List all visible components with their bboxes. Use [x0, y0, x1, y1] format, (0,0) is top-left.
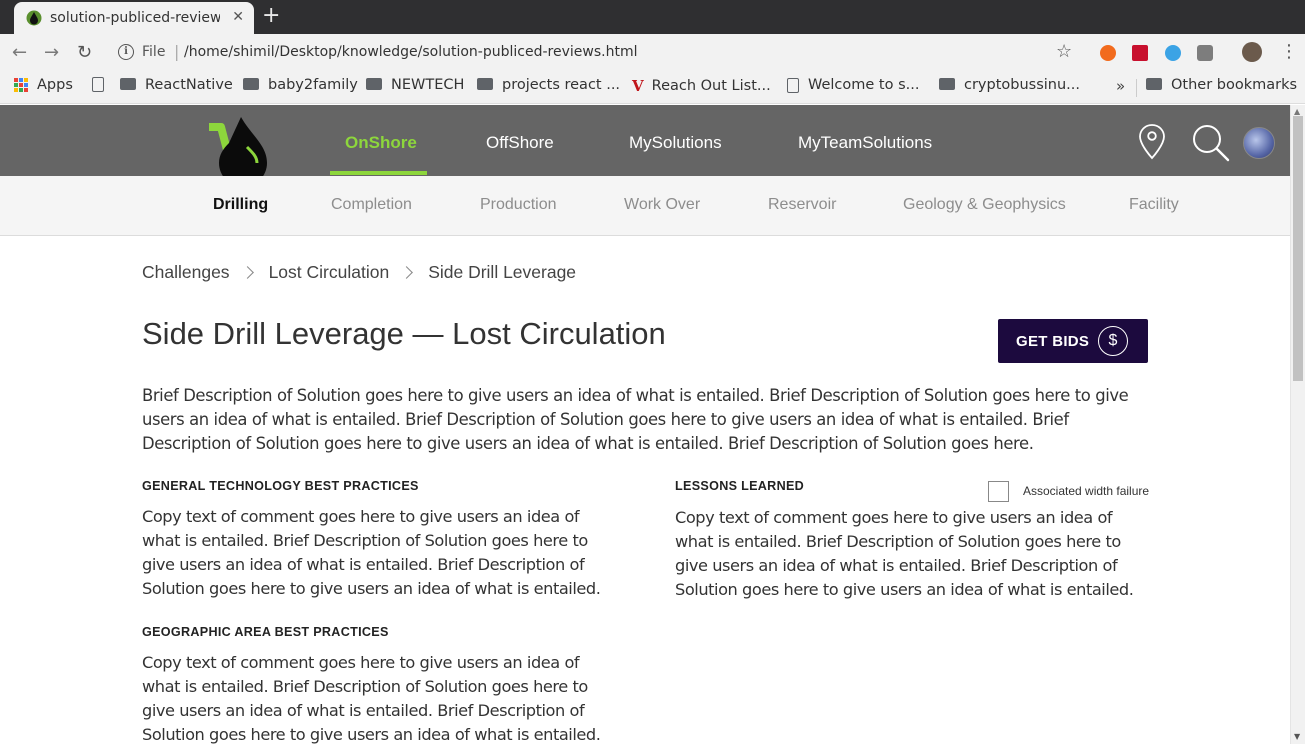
bookmark-label: baby2family [268, 77, 358, 93]
user-avatar[interactable] [1243, 127, 1275, 159]
lessons-learned-heading: LESSONS LEARNED [675, 479, 805, 493]
folder-icon [120, 78, 136, 90]
get-bids-label: GET BIDS [1016, 332, 1090, 350]
url-scheme: File [142, 44, 166, 60]
chevron-right-icon [240, 266, 254, 279]
bookmark-label: cryptobussinu... [964, 77, 1081, 93]
site-info-icon[interactable]: i [118, 44, 134, 60]
subnav-geology-geophysics[interactable]: Geology & Geophysics [903, 196, 1066, 214]
solution-description: Brief Description of Solution goes here … [142, 386, 1129, 453]
page-title: Side Drill Leverage — Lost Circulation [142, 316, 666, 351]
subnav-work-over[interactable]: Work Over [624, 196, 700, 214]
scrollbar-thumb[interactable] [1293, 116, 1303, 381]
v-logo-icon: V [632, 77, 644, 95]
bookmark-label: Apps [37, 77, 73, 93]
page-scrollbar[interactable]: ▲ ▼ [1290, 105, 1305, 744]
extension-icon[interactable] [1132, 45, 1148, 61]
extension-icon[interactable] [1100, 45, 1116, 61]
location-pin-icon[interactable] [1138, 123, 1166, 161]
geographic-practices-heading: GEOGRAPHIC AREA BEST PRACTICES [142, 625, 389, 639]
breadcrumb-challenges[interactable]: Challenges [142, 262, 230, 283]
bookmarks-overflow-button[interactable]: » [1116, 77, 1125, 95]
new-tab-button[interactable]: + [262, 4, 280, 28]
chevron-right-icon [400, 266, 414, 279]
back-arrow-icon[interactable]: ← [12, 42, 27, 63]
dollar-icon: $ [1098, 326, 1128, 356]
subnav-reservoir[interactable]: Reservoir [768, 196, 836, 214]
active-nav-indicator [330, 171, 427, 175]
browser-tab-strip: solution-publiced-reviews.html ✕ + [0, 0, 1305, 34]
bookmark-label: projects react ... [502, 77, 621, 93]
breadcrumb-lost-circulation[interactable]: Lost Circulation [269, 262, 390, 283]
profile-avatar[interactable] [1242, 42, 1262, 62]
menu-dots-icon[interactable]: ⋮ [1280, 41, 1298, 62]
star-icon[interactable]: ☆ [1056, 41, 1072, 62]
bookmark-label: ReactNative [145, 77, 233, 93]
category-sub-nav: Drilling Completion Production Work Over… [0, 176, 1290, 236]
bookmark-page[interactable]: Welcome to s... [785, 77, 919, 93]
nav-myteamsolutions[interactable]: MyTeamSolutions [798, 133, 932, 153]
extension-icon[interactable] [1165, 45, 1181, 61]
folder-icon [243, 78, 259, 90]
scroll-down-arrow-icon[interactable]: ▼ [1294, 732, 1300, 741]
tab-title: solution-publiced-reviews.html [50, 10, 220, 26]
get-bids-button[interactable]: GET BIDS $ [998, 319, 1148, 363]
general-practices-heading: GENERAL TECHNOLOGY BEST PRACTICES [142, 479, 419, 493]
general-practices-body: Copy text of comment goes here to give u… [142, 507, 601, 598]
nav-mysolutions[interactable]: MySolutions [629, 133, 722, 153]
browser-tab[interactable]: solution-publiced-reviews.html ✕ [14, 2, 254, 34]
forward-arrow-icon[interactable]: → [44, 42, 59, 63]
scroll-up-arrow-icon[interactable]: ▲ [1294, 107, 1300, 116]
site-favicon-icon [26, 10, 42, 26]
bookmark-label: Other bookmarks [1171, 77, 1298, 93]
bookmark-folder[interactable]: baby2family [243, 77, 358, 93]
geographic-practices-body: Copy text of comment goes here to give u… [142, 653, 601, 744]
bookmark-apps[interactable]: Apps [14, 77, 73, 93]
bookmark-label: Welcome to s... [808, 77, 920, 93]
bookmark-label: NEWTECH [391, 77, 465, 93]
subnav-completion[interactable]: Completion [331, 196, 412, 214]
bookmark-label: Reach Out List... [651, 78, 771, 94]
folder-icon [366, 78, 382, 90]
bookmark-link[interactable]: V Reach Out List... [632, 77, 771, 95]
search-icon[interactable] [1191, 123, 1231, 163]
bookmark-folder[interactable]: ReactNative [120, 77, 233, 93]
nav-offshore[interactable]: OffShore [486, 133, 554, 153]
extension-icon[interactable] [1197, 45, 1213, 61]
url-separator: | [174, 42, 180, 61]
associated-failure-checkbox[interactable] [988, 481, 1009, 502]
folder-icon [939, 78, 955, 90]
site-header: OnShore OffShore MySolutions MyTeamSolut… [0, 105, 1290, 187]
folder-icon [1146, 78, 1162, 90]
subnav-drilling[interactable]: Drilling [213, 196, 268, 214]
bookmark-other[interactable]: Other bookmarks [1146, 77, 1297, 93]
bookmark-folder[interactable]: NEWTECH [366, 77, 464, 93]
bookmark-page[interactable] [90, 77, 113, 92]
bookmarks-divider [1136, 79, 1137, 97]
bookmarks-bar: Apps ReactNative baby2family NEWTECH pro… [0, 72, 1305, 104]
breadcrumb: Challenges Lost Circulation Side Drill L… [142, 262, 576, 283]
apps-grid-icon [14, 78, 28, 92]
subnav-production[interactable]: Production [480, 196, 557, 214]
bookmark-folder[interactable]: projects react ... [477, 77, 620, 93]
page-icon [787, 77, 799, 93]
checkbox-label: Associated width failure [1023, 484, 1150, 498]
breadcrumb-current: Side Drill Leverage [428, 262, 577, 282]
page-icon [92, 77, 104, 92]
address-bar[interactable]: i File | /home/shimil/Desktop/knowledge/… [106, 38, 1090, 68]
bookmark-folder[interactable]: cryptobussinu... [939, 77, 1080, 93]
nav-onshore[interactable]: OnShore [345, 133, 417, 153]
reload-icon[interactable]: ↻ [77, 42, 92, 63]
tab-close-icon[interactable]: ✕ [232, 9, 244, 25]
folder-icon [477, 78, 493, 90]
subnav-facility[interactable]: Facility [1129, 196, 1179, 214]
url-text[interactable]: /home/shimil/Desktop/knowledge/solution-… [184, 44, 637, 60]
lessons-learned-body: Copy text of comment goes here to give u… [675, 508, 1134, 599]
